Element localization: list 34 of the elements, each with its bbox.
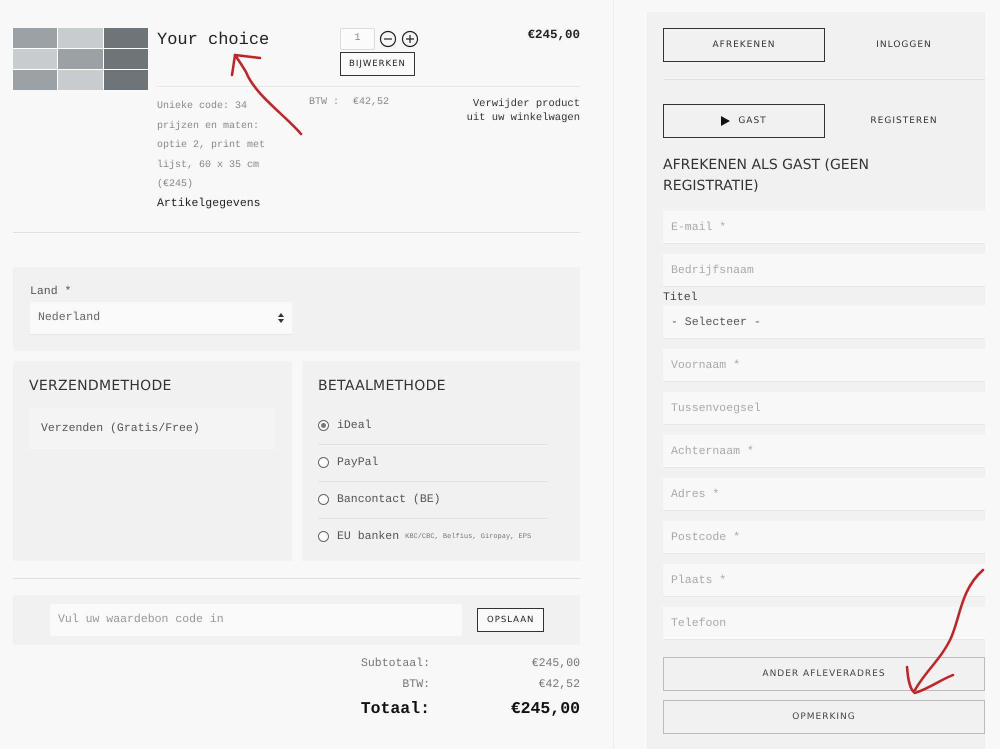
field-label: Land * — [30, 284, 72, 298]
section-heading: VERZENDMETHODE — [29, 378, 173, 394]
vat-label: BTW : — [309, 97, 340, 110]
payment-option-label[interactable]: Bancontact (BE) — [337, 493, 441, 506]
summary-value: €245,00 — [530, 656, 580, 670]
product-detail: prijzen en maten: optie 2, print met lijst, 60 x 35 cm (€245) — [157, 120, 266, 192]
summary-value: €42,52 — [538, 678, 580, 690]
field-label: Titel — [663, 291, 699, 304]
payment-option-label[interactable]: EU banken — [337, 530, 400, 543]
total-value: €245,00 — [510, 698, 580, 718]
product-price: €245,00 — [527, 28, 580, 44]
summary-label: Subtotaal: — [360, 656, 430, 670]
remove-link[interactable]: Verwijder product uit uw winkelwagen — [460, 97, 580, 212]
product-detail: Unieke code: 34 — [157, 100, 248, 114]
tab[interactable]: AFREKENEN — [663, 28, 825, 62]
summary-label: BTW: — [401, 678, 430, 690]
tab[interactable]: INLOGGEN — [825, 28, 983, 62]
details-link[interactable]: Artikelgegevens — [157, 194, 292, 212]
product-title: Your choice — [157, 31, 270, 52]
tab[interactable]: REGISTEREN — [825, 104, 983, 138]
country-select[interactable]: Nederland — [30, 302, 292, 334]
form-heading: AFREKENEN ALS GAST (GEEN REGISTRATIE) — [663, 156, 870, 196]
payment-option-label[interactable]: PayPal — [337, 456, 378, 469]
form-button[interactable]: ANDER AFLEVERADRES — [663, 657, 985, 691]
section-heading: BETAALMETHODE — [318, 378, 447, 394]
vat-value: €42,52 — [353, 97, 390, 110]
tab[interactable]: GAST — [663, 104, 825, 138]
quantity-field[interactable]: 1 — [340, 28, 375, 50]
total-label: Totaal: — [360, 698, 430, 718]
payment-option-label[interactable]: iDeal — [337, 419, 372, 432]
update-button[interactable]: BIJWERKEN — [340, 52, 415, 76]
title-select[interactable]: - Selecteer - — [663, 306, 985, 339]
save-button[interactable]: OPSLAAN — [477, 608, 544, 632]
form-button[interactable]: OPMERKING — [663, 700, 985, 734]
